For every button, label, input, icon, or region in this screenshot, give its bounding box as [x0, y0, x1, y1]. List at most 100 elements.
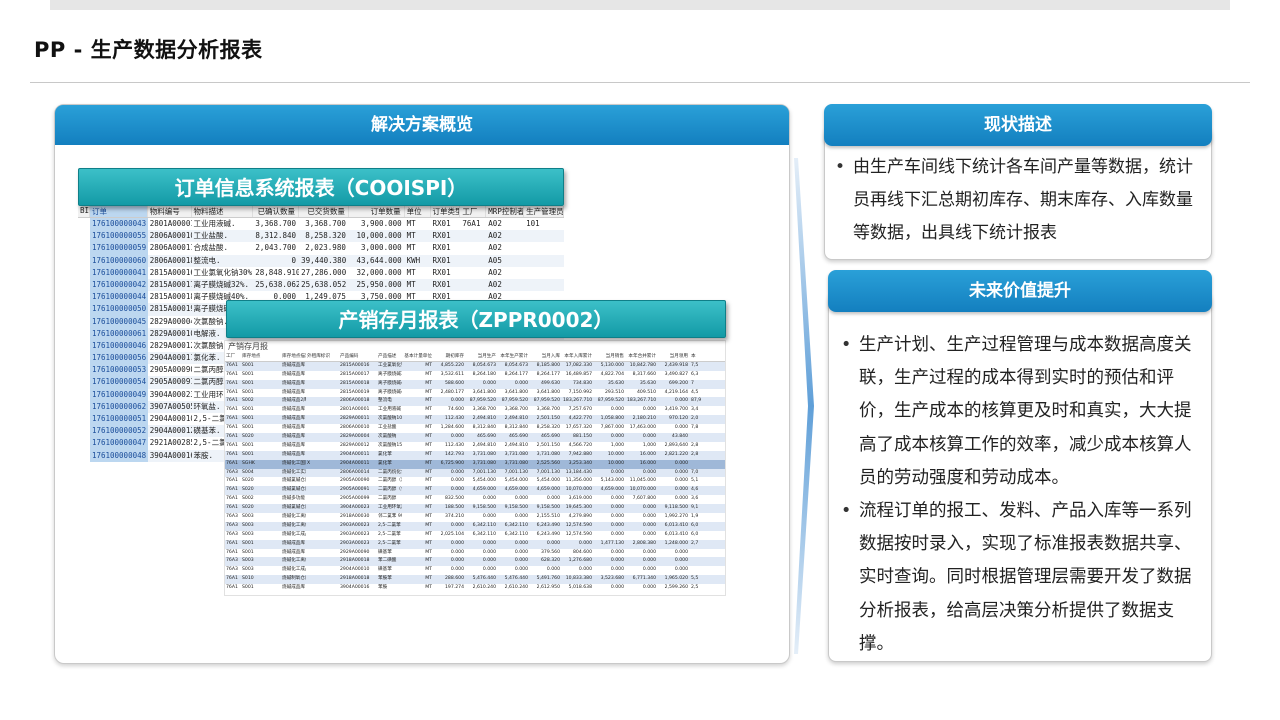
table-cell: 2806A00018	[340, 398, 370, 404]
table-cell: 0.000	[610, 585, 624, 591]
table-cell: 176100000045	[89, 315, 148, 328]
table-cell: 176100000051	[89, 413, 148, 426]
table-cell: 2,808.380	[632, 540, 656, 546]
table-cell: 2,5	[691, 585, 699, 591]
table-cell	[306, 513, 339, 522]
table-cell: S001	[242, 451, 254, 457]
table-cell: 1,284.600	[440, 425, 464, 431]
table-cell: 2829A00010	[147, 327, 192, 340]
table-cell	[306, 575, 339, 584]
table-cell: 4,659.000	[536, 487, 560, 493]
table-cell: 氯化苯	[378, 451, 392, 457]
table-cell: 16.000	[639, 451, 656, 457]
table-cell: 烧碱成品库	[282, 434, 305, 440]
table-row: 76A3 S003 烧碱化工离线库 2918A00018 苯二磺酸 MT 0.000 0.00…	[225, 557, 725, 567]
table-cell: 43.840	[671, 434, 688, 440]
table-cell: 176100000055	[89, 230, 148, 243]
table-cell: MT	[425, 469, 432, 475]
table-cell: 7,607.800	[632, 496, 656, 502]
table-cell: 6,3	[691, 371, 699, 377]
table-cell: 76A1	[226, 505, 238, 511]
table-cell: 6,243.490	[536, 522, 560, 528]
table-cell: 3,4	[691, 407, 699, 413]
table-cell: 0.000	[578, 567, 592, 573]
status-bullet: 由生产车间线下统计各车间产量等数据，统计员再线下汇总期初库存、期末库存、入库数量…	[831, 151, 1197, 250]
table-cell: 0.000	[546, 496, 560, 502]
table-cell: 74.600	[447, 407, 464, 413]
table-cell: 7,001.130	[504, 469, 528, 475]
zppr-header-cell: 库存地点描述	[282, 354, 306, 359]
table-cell: RX01	[430, 242, 461, 255]
cooispi-header-cell: 订单类型	[432, 206, 461, 217]
table-cell	[306, 486, 339, 495]
table-cell: 8,264.180	[472, 371, 496, 377]
table-cell: 76A1	[460, 218, 487, 231]
table-cell: 176100000046	[89, 339, 148, 353]
row-selector	[78, 316, 90, 328]
table-cell	[460, 278, 487, 292]
table-cell: S003	[242, 531, 254, 537]
table-cell: 7,867.000	[600, 425, 624, 431]
table-cell: 176100000060	[89, 254, 148, 267]
table-cell: A02	[486, 266, 525, 279]
table-cell: 5,130.000	[600, 362, 624, 368]
table-cell: 烧碱氯碱仓库	[282, 505, 306, 511]
table-cell: 0.000	[642, 549, 656, 555]
table-cell: 76A1	[226, 549, 238, 555]
table-cell	[690, 433, 702, 442]
table-cell: 烧碱成品库	[282, 389, 305, 395]
table-cell: 离子膜烧碱32%.	[191, 278, 254, 292]
table-cell: 76A1	[226, 434, 238, 440]
table-cell: 0	[253, 254, 300, 267]
table-cell: 2806A00010	[340, 425, 370, 431]
table-cell: 8,264.177	[536, 371, 560, 377]
table-cell: 10,070.000	[565, 487, 592, 493]
table-cell: 2,610.240	[504, 585, 528, 591]
table-cell: 8,054.673	[504, 362, 528, 368]
table-cell: 588.600	[445, 380, 464, 386]
table-cell: 6,013.410	[664, 531, 688, 537]
table-cell: 176100000059	[89, 242, 148, 255]
table-cell: 465.690	[509, 434, 528, 440]
table-cell: 293.510	[605, 389, 624, 395]
table-cell: S020	[242, 487, 254, 493]
table-cell	[524, 242, 564, 255]
table-cell: 烧碱成品库	[282, 407, 305, 413]
table-cell: 2,501.150	[536, 442, 560, 448]
table-cell: S020	[242, 505, 254, 511]
zppr-header-cell: 库存地点	[242, 354, 261, 359]
table-cell	[306, 371, 339, 380]
table-cell: 7,001.130	[472, 469, 496, 475]
table-cell: 1,000	[642, 442, 656, 448]
table-row: 76A1 S001 烧碱成品库 2929A00090 磺基苯 MT 0.000 0.000 0.…	[225, 549, 725, 558]
row-selector	[78, 352, 90, 364]
table-cell: 2815A00017	[340, 371, 370, 377]
table-cell: 次氯酸钠	[378, 434, 397, 440]
table-cell: 0.000	[482, 549, 496, 555]
row-selector	[78, 364, 90, 376]
table-cell: 0.000	[450, 522, 464, 528]
table-cell: 2,5-二氯苯（液）	[378, 540, 402, 546]
table-cell: 2,0	[691, 416, 699, 422]
table-cell: S001	[242, 380, 254, 386]
table-cell: 8,185.800	[536, 362, 560, 368]
table-cell: 2918A00018	[340, 576, 370, 582]
zppr-header-cell: 工厂	[226, 354, 236, 359]
table-cell: S003	[242, 558, 254, 564]
table-cell: 2829A00011	[340, 416, 370, 422]
table-cell: 8,258.320	[536, 425, 560, 431]
table-cell: 87,959.520	[533, 398, 560, 404]
table-cell: MT	[425, 371, 432, 377]
table-cell: 76A3	[226, 522, 238, 528]
zppr-header-cell: 当月销售	[605, 354, 624, 359]
table-cell: 0.000	[514, 514, 528, 520]
table-cell: 6,342.110	[472, 531, 496, 537]
table-cell: 烧碱成品库	[282, 416, 305, 422]
zppr-report-screenshot: 产销存月报 工厂 库存地点 库存地点描述外租库标识 产品编码 产品描述 基本计量单位 期初库…	[224, 340, 726, 596]
table-cell: 苯胺苯	[378, 576, 392, 582]
table-cell: 烧碱成品2库	[282, 398, 306, 404]
table-cell	[306, 566, 339, 575]
table-cell: 3,731.080	[536, 451, 560, 457]
table-cell: 2,043.700	[253, 242, 300, 255]
table-cell: 烧碱成品库	[282, 371, 305, 377]
